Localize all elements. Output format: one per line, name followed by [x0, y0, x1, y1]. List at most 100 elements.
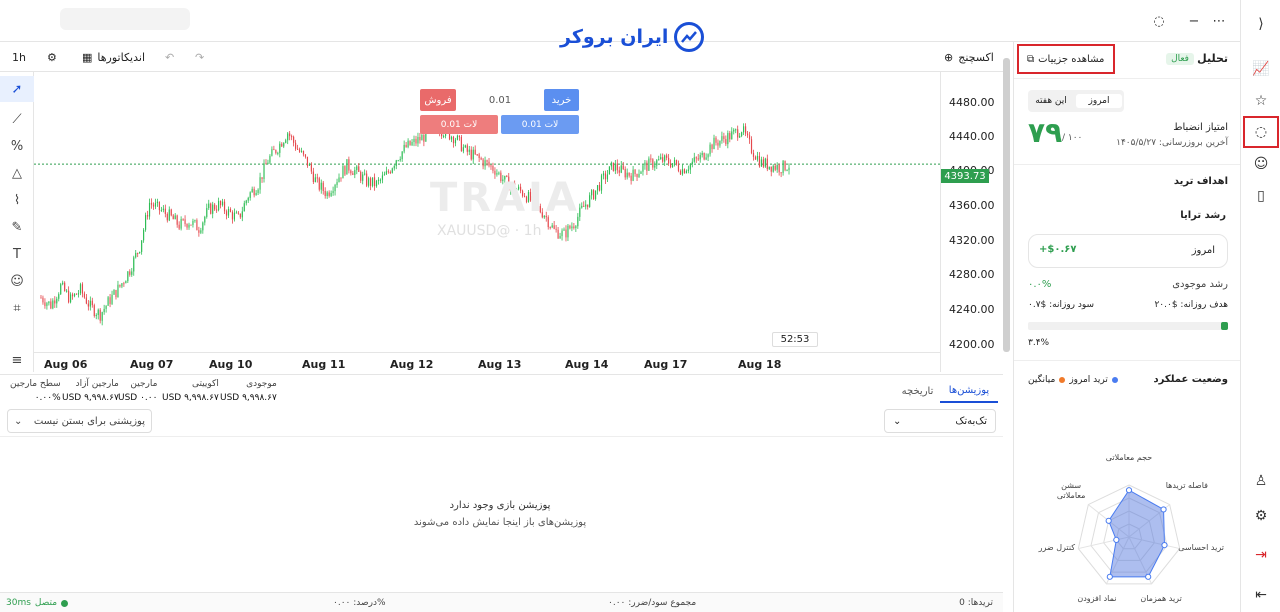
candle — [48, 301, 50, 304]
candle — [322, 182, 324, 191]
cursor-tool-icon[interactable]: ➚ — [0, 76, 34, 102]
candle — [204, 216, 206, 223]
x-tick: Aug 10 — [209, 358, 253, 371]
candle — [411, 142, 413, 146]
candle — [644, 162, 646, 166]
sell-lot-button[interactable]: لات 0.01 — [420, 115, 498, 134]
candle — [279, 143, 281, 153]
today-growth-card: امروز +$۰.۶۷ — [1028, 234, 1228, 268]
exchange-button[interactable]: ⊕ اکسچنج — [944, 47, 994, 67]
chart-scrollbar[interactable] — [1003, 58, 1010, 352]
candle — [127, 271, 129, 282]
x-tick: Aug 12 — [390, 358, 434, 371]
percent-tool-icon[interactable]: % — [0, 133, 34, 159]
minus-icon-top[interactable]: − — [1185, 12, 1203, 30]
candle — [251, 188, 253, 193]
candle — [551, 225, 553, 228]
indicators-button[interactable]: ▦ اندیکاتورها — [82, 47, 145, 67]
tab-positions[interactable]: پوزیشن‌ها — [940, 379, 998, 403]
sell-button[interactable]: فروش — [420, 89, 456, 111]
gear-icon[interactable]: ⚙ — [1241, 502, 1280, 530]
candle — [227, 208, 230, 216]
candle — [784, 160, 786, 171]
close-positions-button[interactable]: ⌄ پوزیشنی برای بستن نیست — [7, 409, 152, 433]
candle — [683, 169, 685, 174]
ruler-tool-icon[interactable]: ⌗ — [0, 295, 34, 321]
y-tick: 4360.00 — [949, 199, 995, 212]
tab-history[interactable]: تاریخچه — [895, 379, 940, 403]
chat-icon[interactable]: ☺ — [1241, 150, 1280, 178]
candle — [381, 175, 384, 180]
candle — [591, 190, 593, 196]
candle — [778, 165, 780, 173]
stat-value: USD ۰.۰۰ — [118, 393, 158, 403]
candle — [472, 149, 474, 160]
progress-fill — [1221, 322, 1228, 330]
stat-free-margin: مارجین آزاد USD ۹,۹۹۸.۶۷ — [62, 379, 119, 403]
undo-icon[interactable]: ↶ — [165, 47, 174, 67]
candle — [350, 170, 352, 174]
menu-icon-top[interactable]: ⋯ — [1210, 12, 1228, 30]
back-arrow-icon[interactable]: ⇤ — [1241, 581, 1280, 609]
collapse-icon[interactable]: ⟩ — [1241, 10, 1280, 38]
chevron-down-icon: ⌄ — [893, 415, 902, 427]
stat-value: USD ۹,۹۹۸.۶۷ — [62, 393, 119, 403]
quantity-input[interactable]: 0.01 — [460, 89, 540, 111]
candle — [208, 203, 210, 209]
user-icon-top[interactable]: ◌ — [1150, 12, 1168, 30]
price-axis[interactable]: 4480.00 4440.00 4400.00 4360.00 4320.00 … — [940, 72, 1000, 372]
candle — [573, 226, 575, 228]
candle — [632, 169, 634, 181]
time-axis[interactable]: Aug 06 Aug 07 Aug 10 Aug 11 Aug 12 Aug 1… — [34, 352, 940, 374]
candle — [770, 166, 772, 172]
progress-bar — [1028, 322, 1228, 330]
logout-icon[interactable]: ⇥ — [1241, 541, 1280, 569]
candle — [760, 159, 762, 167]
chart-watermark: TRAIA — [430, 175, 580, 221]
buy-button[interactable]: خرید — [544, 89, 579, 111]
candle — [395, 160, 397, 166]
patterns-tool-icon[interactable]: ⌇ — [0, 187, 34, 213]
position-filter-select[interactable]: ⌄ تک‌به‌تک — [884, 409, 996, 433]
updated-label: آخرین بروزرسانی: ۱۴۰۵/۵/۲۷ — [1116, 138, 1228, 148]
top-search-pill[interactable] — [60, 8, 190, 30]
candle — [168, 209, 170, 221]
candle — [269, 155, 271, 163]
candle — [330, 192, 332, 196]
daily-target: هدف روزانه: $۲۰.۰ — [1154, 300, 1228, 310]
emoji-tool-icon[interactable]: ☺ — [0, 268, 34, 294]
candle — [407, 140, 409, 148]
star-icon[interactable]: ☆ — [1241, 87, 1280, 115]
candle — [559, 236, 561, 239]
candle — [557, 229, 559, 239]
seg-today[interactable]: امروز — [1076, 94, 1122, 108]
book-icon[interactable]: ▯ — [1241, 182, 1280, 210]
candle — [148, 202, 151, 217]
candle — [202, 222, 204, 231]
candle — [717, 142, 719, 146]
user-icon[interactable]: ♙ — [1241, 467, 1280, 495]
candle — [490, 165, 492, 167]
candle — [145, 215, 147, 230]
candle — [589, 195, 591, 207]
chart-line-icon[interactable]: 📈 — [1241, 55, 1280, 83]
redo-icon[interactable]: ↷ — [195, 47, 204, 67]
object-tree-icon[interactable]: ≡ — [0, 347, 34, 373]
timeframe-button[interactable]: 1h — [12, 47, 26, 67]
candle — [44, 302, 46, 307]
brush-tool-icon[interactable]: ✎ — [0, 214, 34, 240]
candle — [99, 309, 101, 321]
text-tool-icon[interactable]: T — [0, 241, 34, 267]
candle — [664, 155, 666, 162]
candle — [727, 133, 729, 145]
candle — [762, 159, 764, 167]
seg-week[interactable]: این هفته — [1028, 96, 1074, 106]
trendline-tool-icon[interactable]: ⟋ — [0, 106, 34, 132]
candle — [267, 162, 269, 165]
chart-settings-icon[interactable]: ⚙ — [47, 47, 57, 67]
candle — [782, 160, 784, 173]
shapes-tool-icon[interactable]: △ — [0, 160, 34, 186]
buy-lot-button[interactable]: لات 0.01 — [501, 115, 579, 134]
candle — [746, 133, 749, 136]
divider — [0, 436, 1003, 437]
